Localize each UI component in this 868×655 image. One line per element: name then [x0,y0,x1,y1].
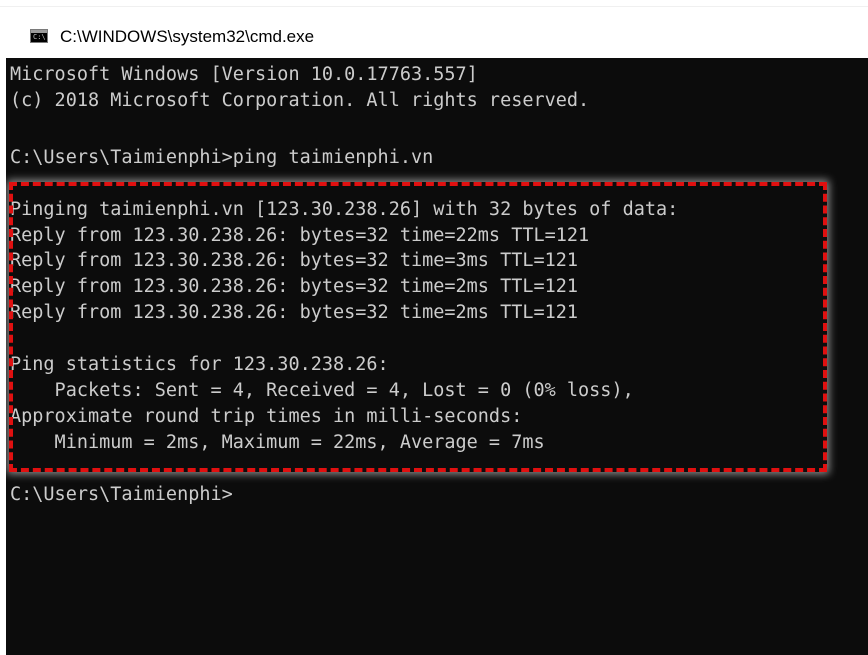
console-line: Reply from 123.30.238.26: bytes=32 time=… [10,276,579,297]
console-line: C:\Users\Taimienphi>ping taimienphi.vn [10,147,434,168]
console-prompt: C:\Users\Taimienphi> [10,484,233,505]
console-line: Reply from 123.30.238.26: bytes=32 time=… [10,302,579,323]
console-output[interactable]: Microsoft Windows [Version 10.0.17763.55… [6,58,868,655]
console-line: Microsoft Windows [Version 10.0.17763.55… [10,64,478,85]
cmd-icon-glyph: C:\ [33,33,46,41]
console-line: Minimum = 2ms, Maximum = 22ms, Average =… [10,432,545,453]
console-line: Pinging taimienphi.vn [123.30.238.26] wi… [10,199,679,220]
console-line: Packets: Sent = 4, Received = 4, Lost = … [10,380,634,401]
cmd-icon[interactable]: C:\ [30,29,48,43]
console-line: Approximate round trip times in milli-se… [10,406,523,427]
title-bar-top-edge [0,0,868,7]
console-line: Reply from 123.30.238.26: bytes=32 time=… [10,225,590,246]
console-line: (c) 2018 Microsoft Corporation. All righ… [10,90,590,111]
console-line: Reply from 123.30.238.26: bytes=32 time=… [10,250,579,271]
console-line: Ping statistics for 123.30.238.26: [10,354,389,375]
cmd-window: C:\ C:\WINDOWS\system32\cmd.exe Microsof… [0,0,868,655]
window-title: C:\WINDOWS\system32\cmd.exe [60,27,315,46]
title-bar[interactable]: C:\ C:\WINDOWS\system32\cmd.exe [0,0,868,58]
